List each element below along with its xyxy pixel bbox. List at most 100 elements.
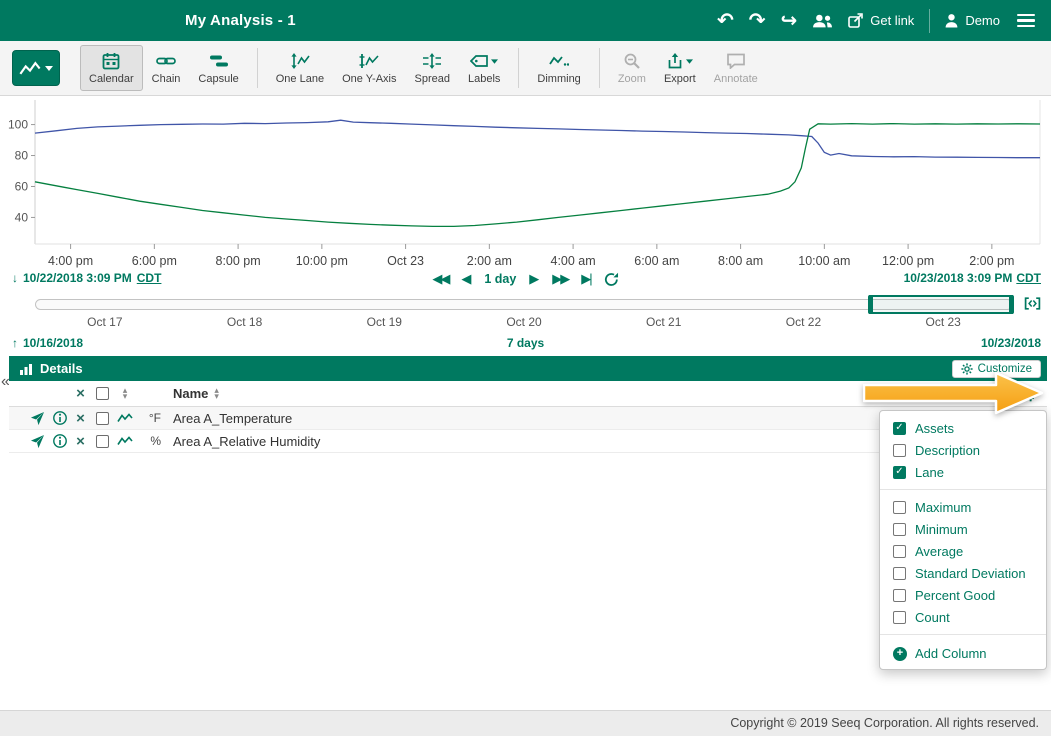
checked-checkbox-icon[interactable]: ✓ [893,466,906,479]
menu-icon[interactable] [1015,12,1037,30]
investigate-range-start[interactable]: ↑ 10/16/2018 [12,336,83,350]
trend-chart[interactable]: 1008060404:00 pm6:00 pm8:00 pm10:00 pmOc… [0,96,1051,268]
fast-forward-icon[interactable]: ▶▶ [552,269,568,289]
pin-signal-icon[interactable] [30,411,45,426]
column-menu-item-percent-good[interactable]: Percent Good [880,584,1046,606]
share-icon[interactable]: ↪ [780,11,797,31]
svg-text:2:00 am: 2:00 am [467,254,512,268]
step-to-end-icon[interactable]: ▶| [581,269,590,289]
toolbar-item-spread[interactable]: Spread [406,45,459,91]
svg-text:40: 40 [15,210,29,224]
unchecked-checkbox-icon[interactable] [893,589,906,602]
toolbar-item-export[interactable]: Export [655,45,705,91]
investigate-range-end[interactable]: 10/23/2018 [981,336,1041,350]
details-chart-icon [19,363,33,375]
users-icon[interactable] [812,13,833,28]
column-menu-item-label: Minimum [915,522,968,537]
name-column-header[interactable]: Name [173,386,208,401]
get-link-button[interactable]: Get link [848,13,914,28]
column-menu-item-assets[interactable]: ✓Assets [880,417,1046,439]
row-checkbox[interactable] [96,435,109,448]
add-column-button[interactable]: + Add Column [880,641,1046,663]
info-icon[interactable] [53,434,67,448]
column-menu-item-label: Count [915,610,950,625]
top-header: My Analysis - 1 ↶ ↷ ↪ Get link Demo [0,0,1051,41]
trend-chart-area[interactable]: 1008060404:00 pm6:00 pm8:00 pm10:00 pmOc… [0,96,1051,268]
checked-checkbox-icon[interactable]: ✓ [893,422,906,435]
capsule-icon [209,51,229,71]
display-range-controls: ↓ 10/22/2018 3:09 PM CDT ◀◀ ◀ 1 day ▶ ▶▶… [0,268,1051,292]
toolbar-item-annotate: Annotate [705,45,767,91]
column-menu-item-description[interactable]: Description [880,439,1046,461]
toolbar-item-labels[interactable]: Labels [459,45,509,91]
remove-all-icon[interactable]: × [76,386,85,401]
user-menu-button[interactable]: Demo [945,13,1000,28]
details-table-header: × ▴▾ Name ▴▾ [9,381,1047,407]
column-menu-item-average[interactable]: Average [880,540,1046,562]
start-timezone[interactable]: CDT [137,271,162,285]
toolbar-item-dimming[interactable]: Dimming [528,45,589,91]
unchecked-checkbox-icon[interactable] [893,611,906,624]
row-checkbox[interactable] [96,412,109,425]
svg-text:100: 100 [8,118,28,132]
investigate-range-track[interactable] [35,299,1013,310]
customize-button[interactable]: Customize [952,360,1041,378]
investigate-range-span[interactable]: 7 days [507,336,544,350]
column-menu-item-standard-deviation[interactable]: Standard Deviation [880,562,1046,584]
spread-icon [422,51,442,71]
duration-label[interactable]: 1 day [484,272,516,286]
step-forward-icon[interactable]: ▶ [529,269,539,289]
signal-name[interactable]: Area A_Relative Humidity [165,434,1001,449]
seeq-workbench: My Analysis - 1 ↶ ↷ ↪ Get link Demo [0,0,1051,736]
toolbar-item-one-lane[interactable]: One Lane [267,45,333,91]
sort-icon[interactable]: ▴▾ [214,388,219,399]
sort-icon[interactable]: ▴▾ [123,388,128,399]
view-mode-selector-button[interactable] [12,50,60,86]
timebar-date-label: Oct 19 [314,315,454,329]
page-title: My Analysis - 1 [185,12,296,29]
column-menu-item-minimum[interactable]: Minimum [880,518,1046,540]
column-menu-item-count[interactable]: Count [880,606,1046,628]
one-lane-icon [290,51,310,71]
column-menu-item-maximum[interactable]: Maximum [880,496,1046,518]
unchecked-checkbox-icon[interactable] [893,444,906,457]
toolbar-divider [599,48,600,88]
fast-backward-icon[interactable]: ◀◀ [432,269,448,289]
display-range-start[interactable]: ↓ 10/22/2018 3:09 PM CDT [12,271,161,285]
end-timezone[interactable]: CDT [1016,271,1041,285]
expand-range-icon[interactable] [1024,297,1041,310]
unchecked-checkbox-icon[interactable] [893,523,906,536]
redo-icon[interactable]: ↷ [749,11,766,31]
display-range-selector[interactable] [869,295,1013,314]
toolbar-item-chain[interactable]: Chain [143,45,190,91]
footer: Copyright © 2019 Seeq Corporation. All r… [0,710,1051,736]
select-all-checkbox[interactable] [96,387,109,400]
unchecked-checkbox-icon[interactable] [893,501,906,514]
one-y-axis-icon [359,51,379,71]
toolbar-item-one-y-axis[interactable]: One Y-Axis [333,45,405,91]
end-datetime[interactable]: 10/23/2018 3:09 PM [904,271,1013,285]
toolbar-item-capsule[interactable]: Capsule [189,45,247,91]
timebar-date-labels: Oct 17Oct 18Oct 19Oct 20Oct 21Oct 22Oct … [35,315,1013,329]
column-chooser-menu: ✓AssetsDescription✓Lane Maximum Minimum Ave… [879,410,1047,670]
unchecked-checkbox-icon[interactable] [893,567,906,580]
display-range-end[interactable]: 10/23/2018 3:09 PM CDT [904,271,1041,285]
step-backward-icon[interactable]: ◀ [461,269,471,289]
signal-type-icon [117,413,133,423]
investigate-range-row: ↑ 10/16/2018 7 days 10/23/2018 [0,336,1051,354]
pin-signal-icon[interactable] [30,434,45,449]
signal-name[interactable]: Area A_Temperature [165,411,1001,426]
column-menu-item-lane[interactable]: ✓Lane [880,461,1046,483]
refresh-icon[interactable] [604,272,619,287]
undo-icon[interactable]: ↶ [717,11,734,31]
gear-icon [961,363,973,375]
start-datetime[interactable]: 10/22/2018 3:09 PM [23,271,132,285]
unchecked-checkbox-icon[interactable] [893,545,906,558]
remove-item-icon[interactable]: × [76,411,85,426]
add-column-icon[interactable] [1015,385,1034,402]
export-icon [667,53,683,69]
info-icon[interactable] [53,411,67,425]
svg-text:10:00 am: 10:00 am [798,254,850,268]
remove-item-icon[interactable]: × [76,434,85,449]
toolbar-item-calendar[interactable]: Calendar [80,45,143,91]
